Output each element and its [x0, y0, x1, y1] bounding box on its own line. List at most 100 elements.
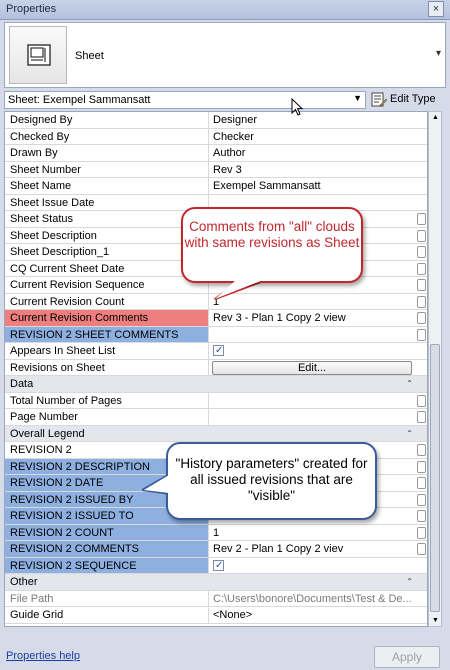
property-label: REVISION 2 COMMENTS	[5, 541, 209, 557]
edit-type-label: Edit Type	[390, 93, 436, 105]
appears-in-sheet-list-checkbox[interactable]	[213, 343, 224, 359]
property-label: Total Number of Pages	[5, 392, 209, 408]
cell-button[interactable]	[417, 411, 426, 423]
cell-button[interactable]	[417, 229, 426, 242]
property-row-sheet-number[interactable]: Sheet Number Rev 3	[5, 161, 427, 178]
property-value[interactable]: Designer	[210, 112, 415, 128]
revision-2-sequence-checkbox[interactable]	[213, 558, 224, 573]
property-label: Page Number	[5, 409, 209, 425]
property-row-revision-2-comments[interactable]: REVISION 2 COMMENTS Rev 2 - Plan 1 Copy 2…	[5, 541, 427, 558]
properties-scrollbar[interactable]: ▲ ▼	[428, 111, 442, 627]
scroll-thumb[interactable]	[430, 344, 440, 612]
property-value[interactable]	[210, 393, 415, 409]
property-row-designed-by[interactable]: Designed By Designer	[5, 112, 427, 129]
history-callout: "History parameters" created for all iss…	[142, 442, 377, 524]
property-value[interactable]: Rev 2 - Plan 1 Copy 2 viev	[210, 541, 415, 557]
cell-button[interactable]	[417, 543, 426, 555]
properties-grid: Designed By Designer Checked By Checker Dr…	[4, 111, 428, 627]
cell-button[interactable]	[417, 460, 426, 473]
cell-button[interactable]	[417, 279, 426, 291]
group-label: Other	[10, 576, 38, 588]
property-label: Checked By	[5, 128, 209, 144]
cell-button[interactable]	[417, 493, 426, 506]
group-header-overall-legend[interactable]: Overall Legend ⌃	[5, 425, 427, 442]
instance-filter-value: Sheet: Exempel Sammansatt	[8, 94, 151, 106]
cell-button[interactable]	[417, 213, 426, 225]
apply-button[interactable]: Apply	[374, 646, 440, 668]
history-callout-text: "History parameters" created for all iss…	[175, 456, 368, 503]
property-row-appears-in-sheet-list[interactable]: Appears In Sheet List	[5, 343, 427, 360]
cell-button[interactable]	[417, 312, 426, 324]
sheet-type-icon	[9, 26, 67, 84]
property-label: Sheet Description	[5, 227, 209, 243]
collapse-icon[interactable]: ⌃	[406, 577, 413, 586]
property-row-drawn-by[interactable]: Drawn By Author	[5, 145, 427, 162]
comments-callout-text: Comments from "all" clouds with same rev…	[184, 219, 360, 250]
instance-filter-dropdown[interactable]: Sheet: Exempel Sammansatt ▼	[4, 91, 366, 109]
scroll-down-icon[interactable]: ▼	[432, 617, 439, 624]
property-label: Current Revision Comments	[5, 310, 209, 326]
comments-callout: Comments from "all" clouds with same rev…	[181, 207, 371, 307]
cell-button[interactable]	[417, 477, 426, 489]
cell-button[interactable]	[417, 510, 426, 522]
revisions-edit-button[interactable]: Edit...	[212, 360, 412, 375]
edit-type-icon	[371, 92, 387, 107]
property-row-revision-2-count[interactable]: REVISION 2 COUNT 1	[5, 524, 427, 541]
dropdown-arrow-icon[interactable]: ▼	[353, 93, 362, 103]
property-label: CQ Current Sheet Date	[5, 260, 209, 276]
property-row-guide-grid[interactable]: Guide Grid <None>	[5, 607, 427, 624]
chevron-down-icon[interactable]: ▾	[436, 48, 441, 59]
property-row-revision-2-sequence[interactable]: REVISION 2 SEQUENCE	[5, 557, 427, 574]
mouse-pointer-icon	[291, 98, 304, 116]
property-value: C:\Users\bonore\Documents\Test & De...	[213, 592, 412, 605]
property-label: Current Revision Count	[5, 293, 209, 309]
collapse-icon[interactable]: ⌃	[406, 379, 413, 388]
group-header-other[interactable]: Other ⌃	[5, 574, 427, 591]
property-label: Current Revision Sequence	[5, 277, 209, 293]
property-value[interactable]: Checker	[210, 129, 415, 145]
group-header-data[interactable]: Data ⌃	[5, 376, 427, 393]
property-label: Sheet Name	[5, 178, 209, 194]
cell-button[interactable]	[417, 444, 426, 456]
property-value[interactable]: Exempel Sammansatt	[210, 178, 415, 194]
property-label: Appears In Sheet List	[5, 343, 209, 359]
property-row-revision-2-sheet-comments[interactable]: REVISION 2 SHEET COMMENTS	[5, 326, 427, 343]
property-row-revisions-on-sheet[interactable]: Revisions on Sheet Edit...	[5, 359, 427, 376]
property-row-sheet-name[interactable]: Sheet Name Exempel Sammansatt	[5, 178, 427, 195]
close-icon[interactable]: ×	[428, 1, 444, 17]
group-label: Overall Legend	[10, 427, 85, 440]
property-label: REVISION 2 SHEET COMMENTS	[5, 326, 209, 342]
property-row-total-number-of-pages[interactable]: Total Number of Pages	[5, 392, 427, 409]
cell-button[interactable]	[417, 262, 426, 275]
property-label: Guide Grid	[5, 607, 209, 623]
cell-button[interactable]	[417, 328, 426, 341]
cell-button[interactable]	[417, 246, 426, 258]
property-value[interactable]: Rev 3	[210, 162, 415, 178]
properties-titlebar: Properties ×	[0, 0, 450, 20]
cell-button[interactable]	[417, 526, 426, 539]
property-value[interactable]	[210, 409, 415, 425]
property-label: Sheet Number	[5, 161, 209, 177]
cell-button[interactable]	[417, 295, 426, 308]
window-title: Properties	[6, 3, 57, 15]
properties-footer: Properties help Apply	[0, 628, 450, 670]
property-row-page-number[interactable]: Page Number	[5, 409, 427, 426]
property-value[interactable]	[210, 327, 415, 343]
property-value[interactable]: 1	[210, 525, 415, 541]
group-label: Data	[10, 378, 34, 390]
property-label: REVISION 2 SEQUENCE	[5, 557, 209, 573]
property-label: Drawn By	[5, 145, 209, 161]
property-value[interactable]: Rev 3 - Plan 1 Copy 2 view	[210, 310, 415, 326]
scroll-up-icon[interactable]: ▲	[432, 114, 439, 121]
property-value[interactable]: <None>	[210, 607, 415, 623]
property-value[interactable]: Author	[210, 145, 415, 161]
cell-button[interactable]	[417, 394, 426, 407]
property-label: REVISION 2 COUNT	[5, 524, 209, 540]
property-row-checked-by[interactable]: Checked By Checker	[5, 128, 427, 145]
property-label: Designed By	[5, 112, 209, 128]
properties-help-link[interactable]: Properties help	[6, 650, 80, 662]
property-row-current-revision-comments[interactable]: Current Revision Comments Rev 3 - Plan 1 …	[5, 310, 427, 327]
property-row-file-path: File Path C:\Users\bonore\Documents\Test …	[5, 590, 427, 607]
collapse-icon[interactable]: ⌃	[406, 429, 413, 438]
type-selector[interactable]: Sheet ▾	[4, 22, 446, 88]
